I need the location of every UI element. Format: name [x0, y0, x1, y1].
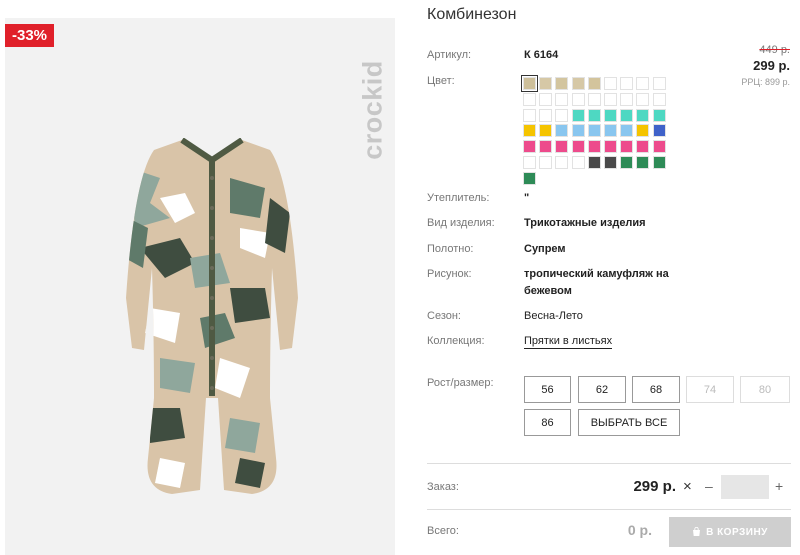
- color-swatch[interactable]: [539, 140, 553, 154]
- color-swatch[interactable]: [604, 77, 617, 90]
- size-62-button[interactable]: 62: [578, 376, 626, 403]
- size-80-button[interactable]: 80: [740, 376, 790, 403]
- color-swatch[interactable]: [523, 171, 536, 185]
- discount-badge: -33%: [5, 24, 55, 47]
- sku-value: К 6164: [524, 49, 559, 61]
- size-label: Рост/размер:: [427, 377, 494, 389]
- fabric-value: Супрем: [524, 243, 566, 255]
- add-to-cart-button[interactable]: В КОРЗИНУ: [669, 517, 791, 547]
- brand-logo: crockid: [357, 60, 388, 160]
- rrp-price: РРЦ: 899 р.: [741, 77, 790, 87]
- color-swatch[interactable]: [523, 92, 536, 106]
- times-icon: ×: [683, 478, 692, 495]
- color-swatch[interactable]: [555, 108, 569, 122]
- color-swatch[interactable]: [652, 77, 666, 90]
- pattern-label: Рисунок:: [427, 268, 472, 280]
- color-swatch[interactable]: [523, 108, 536, 122]
- color-swatch[interactable]: [571, 92, 585, 106]
- insulation-label: Утеплитель:: [427, 192, 490, 204]
- color-swatch[interactable]: [587, 156, 601, 169]
- color-swatch[interactable]: [604, 108, 617, 122]
- current-price: 299 р.: [753, 58, 790, 73]
- color-swatch[interactable]: [636, 140, 650, 154]
- color-swatch[interactable]: [604, 92, 617, 106]
- type-value: Трикотажные изделия: [524, 217, 646, 229]
- old-price: 449 р.: [759, 44, 790, 56]
- color-swatch[interactable]: [604, 124, 617, 138]
- divider: [427, 463, 791, 464]
- color-swatch[interactable]: [555, 124, 569, 138]
- size-74-button[interactable]: 74: [686, 376, 734, 403]
- season-value: Весна-Лето: [524, 310, 583, 322]
- divider: [427, 509, 791, 510]
- order-price: 299 р.: [633, 478, 676, 495]
- color-swatch[interactable]: [604, 140, 617, 154]
- color-swatch[interactable]: [604, 156, 617, 169]
- color-swatch[interactable]: [587, 108, 601, 122]
- color-swatch[interactable]: [620, 108, 634, 122]
- color-swatch[interactable]: [587, 124, 601, 138]
- color-swatch[interactable]: [571, 156, 585, 169]
- color-swatch[interactable]: [539, 92, 553, 106]
- type-label: Вид изделия:: [427, 217, 495, 229]
- collection-label: Коллекция:: [427, 335, 485, 347]
- pattern-value-line1: тропический камуфляж на: [524, 268, 669, 280]
- color-swatch[interactable]: [636, 77, 650, 90]
- color-swatch[interactable]: [571, 108, 585, 122]
- color-swatch[interactable]: [620, 124, 634, 138]
- color-swatch[interactable]: [523, 156, 536, 169]
- size-56-button[interactable]: 56: [524, 376, 571, 403]
- minus-icon[interactable]: –: [705, 478, 713, 494]
- color-swatch[interactable]: [636, 156, 650, 169]
- season-label: Сезон:: [427, 310, 461, 322]
- color-swatch[interactable]: [652, 92, 666, 106]
- plus-icon[interactable]: +: [775, 478, 783, 494]
- product-image: [126, 138, 298, 494]
- color-swatch[interactable]: [555, 77, 569, 90]
- color-swatch[interactable]: [521, 75, 538, 92]
- color-swatch[interactable]: [555, 92, 569, 106]
- color-swatch[interactable]: [652, 140, 666, 154]
- color-swatch[interactable]: [587, 140, 601, 154]
- color-swatch[interactable]: [539, 77, 553, 90]
- quantity-input[interactable]: [721, 475, 769, 499]
- product-photo[interactable]: crockid: [5, 18, 395, 555]
- color-swatch[interactable]: [571, 124, 585, 138]
- color-swatch[interactable]: [620, 140, 634, 154]
- total-value: 0 р.: [627, 522, 652, 538]
- color-swatch[interactable]: [587, 92, 601, 106]
- color-swatch[interactable]: [636, 108, 650, 122]
- cart-icon: [693, 527, 701, 536]
- size-68-button[interactable]: 68: [632, 376, 680, 403]
- color-swatch[interactable]: [523, 140, 536, 154]
- fabric-label: Полотно:: [427, 243, 474, 255]
- color-swatch[interactable]: [587, 77, 601, 90]
- color-swatch[interactable]: [555, 156, 569, 169]
- color-swatch[interactable]: [571, 77, 585, 90]
- color-swatch[interactable]: [539, 156, 553, 169]
- color-swatch[interactable]: [571, 140, 585, 154]
- order-label: Заказ:: [427, 481, 459, 493]
- sku-label: Артикул:: [427, 49, 472, 61]
- select-all-sizes-button[interactable]: ВЫБРАТЬ ВСЕ: [578, 409, 680, 436]
- color-swatch[interactable]: [652, 156, 666, 169]
- color-swatch[interactable]: [523, 124, 536, 138]
- collection-link[interactable]: Прятки в листьях: [524, 335, 613, 349]
- size-86-button[interactable]: 86: [524, 409, 571, 436]
- color-swatch[interactable]: [620, 77, 634, 90]
- color-swatch[interactable]: [555, 140, 569, 154]
- total-label: Всего:: [427, 525, 459, 537]
- color-swatch[interactable]: [620, 156, 634, 169]
- color-swatch[interactable]: [652, 124, 666, 138]
- color-swatch[interactable]: [636, 92, 650, 106]
- color-swatch[interactable]: [652, 108, 666, 122]
- color-swatch[interactable]: [539, 108, 553, 122]
- color-label: Цвет:: [427, 75, 455, 87]
- pattern-value-line2: бежевом: [524, 285, 572, 297]
- color-swatch[interactable]: [620, 92, 634, 106]
- color-swatch[interactable]: [636, 124, 650, 138]
- color-swatch[interactable]: [539, 124, 553, 138]
- product-title: Комбинезон: [427, 6, 517, 23]
- insulation-value: ": [524, 192, 530, 204]
